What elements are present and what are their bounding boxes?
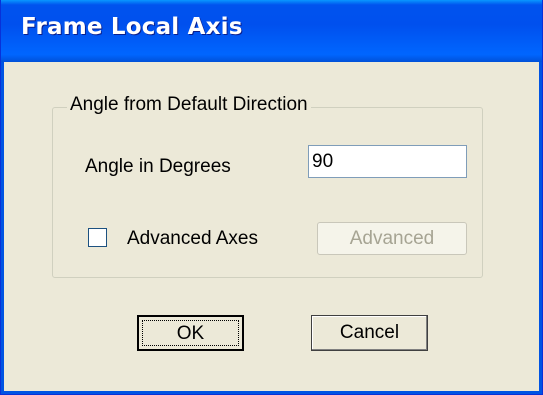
window-title: Frame Local Axis bbox=[21, 14, 243, 40]
advanced-axes-label: Advanced Axes bbox=[127, 228, 258, 249]
title-bar[interactable]: Frame Local Axis bbox=[1, 0, 542, 62]
angle-label: Angle in Degrees bbox=[85, 156, 231, 177]
ok-button-label: OK bbox=[176, 323, 205, 344]
advanced-button[interactable]: Advanced bbox=[317, 222, 467, 255]
frame-local-axis-dialog: Frame Local Axis Angle from Default Dire… bbox=[0, 0, 543, 395]
groupbox-legend: Angle from Default Direction bbox=[67, 94, 311, 116]
angle-input[interactable] bbox=[308, 145, 467, 178]
advanced-axes-checkbox[interactable] bbox=[88, 228, 107, 247]
cancel-button[interactable]: Cancel bbox=[311, 315, 428, 351]
ok-button[interactable]: OK bbox=[137, 315, 244, 351]
